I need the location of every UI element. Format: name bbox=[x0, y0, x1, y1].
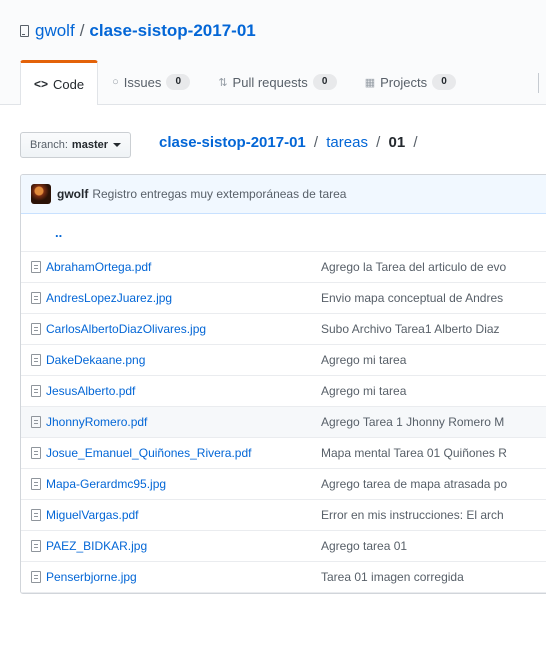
latest-commit-bar: gwolf Registro entregas muy extemporánea… bbox=[21, 175, 546, 214]
file-icon bbox=[31, 571, 41, 583]
avatar[interactable] bbox=[31, 184, 51, 204]
file-icon bbox=[31, 261, 41, 273]
tab-label: Projects bbox=[380, 74, 428, 90]
file-icon bbox=[31, 354, 41, 366]
file-commit-message[interactable]: Agrego tarea de mapa atrasada po bbox=[321, 477, 507, 491]
file-commit-message[interactable]: Subo Archivo Tarea1 Alberto Diaz bbox=[321, 322, 500, 336]
file-link[interactable]: JhonnyRomero.pdf bbox=[46, 415, 147, 429]
repo-name-link[interactable]: clase-sistop-2017-01 bbox=[89, 21, 255, 41]
pull-requests-counter: 0 bbox=[312, 74, 337, 90]
file-link[interactable]: DakeDekaane.png bbox=[46, 353, 145, 367]
tab-overflow-edge bbox=[538, 73, 546, 93]
breadcrumb: clase-sistop-2017-01 / tareas / 01 / bbox=[159, 134, 422, 151]
tab-label: Issues bbox=[123, 74, 162, 90]
repo-nav-tabs: <> Code ○ Issues 0 ⇅ Pull requests 0 ▦ P… bbox=[20, 60, 470, 105]
file-row: AbrahamOrtega.pdf Agrego la Tarea del ar… bbox=[21, 252, 546, 283]
file-link[interactable]: CarlosAlbertoDiazOlivares.jpg bbox=[46, 322, 206, 336]
tab-code[interactable]: <> Code bbox=[20, 60, 99, 105]
file-row: Josue_Emanuel_Quiñones_Rivera.pdf Mapa m… bbox=[21, 438, 546, 469]
file-commit-message[interactable]: Tarea 01 imagen corregida bbox=[321, 570, 464, 584]
breadcrumb-current: 01 bbox=[388, 134, 406, 151]
file-link[interactable]: Penserbjorne.jpg bbox=[46, 570, 137, 584]
tab-label: Code bbox=[53, 76, 85, 92]
file-link[interactable]: Mapa-Gerardmc95.jpg bbox=[46, 477, 166, 491]
project-icon: ▦ bbox=[364, 76, 376, 89]
branch-prefix: Branch: bbox=[30, 139, 68, 151]
file-link[interactable]: JesusAlberto.pdf bbox=[46, 384, 135, 398]
file-row: AndresLopezJuarez.jpg Envio mapa concept… bbox=[21, 283, 546, 314]
file-row: DakeDekaane.png Agrego mi tarea bbox=[21, 345, 546, 376]
file-row: Penserbjorne.jpg Tarea 01 imagen corregi… bbox=[21, 562, 546, 593]
parent-directory-row: .. bbox=[21, 214, 546, 252]
branch-name: master bbox=[71, 139, 108, 151]
repo-icon bbox=[20, 25, 29, 37]
file-link[interactable]: PAEZ_BIDKAR.jpg bbox=[46, 539, 147, 553]
breadcrumb-separator: / bbox=[313, 134, 319, 151]
file-icon bbox=[31, 478, 41, 490]
file-commit-message[interactable]: Error en mis instrucciones: El arch bbox=[321, 508, 504, 522]
file-icon bbox=[31, 292, 41, 304]
file-icon bbox=[31, 447, 41, 459]
file-icon bbox=[31, 416, 41, 428]
chevron-down-icon bbox=[113, 143, 121, 147]
tab-pull-requests[interactable]: ⇅ Pull requests 0 bbox=[204, 60, 350, 104]
commit-message[interactable]: Registro entregas muy extemporáneas de t… bbox=[92, 187, 346, 201]
repo-owner-link[interactable]: gwolf bbox=[35, 21, 75, 41]
file-row: Mapa-Gerardmc95.jpg Agrego tarea de mapa… bbox=[21, 469, 546, 500]
pull-request-icon: ⇅ bbox=[218, 76, 228, 89]
file-row: PAEZ_BIDKAR.jpg Agrego tarea 01 bbox=[21, 531, 546, 562]
file-row: CarlosAlbertoDiazOlivares.jpg Subo Archi… bbox=[21, 314, 546, 345]
file-row: MiguelVargas.pdf Error en mis instruccio… bbox=[21, 500, 546, 531]
file-commit-message[interactable]: Agrego la Tarea del articulo de evo bbox=[321, 260, 506, 274]
breadcrumb-separator: / bbox=[376, 134, 381, 151]
file-list: gwolf Registro entregas muy extemporánea… bbox=[20, 174, 546, 594]
branch-select-button[interactable]: Branch: master bbox=[20, 132, 131, 158]
commit-author-link[interactable]: gwolf bbox=[57, 187, 88, 201]
breadcrumb-repo-link[interactable]: clase-sistop-2017-01 bbox=[159, 134, 306, 151]
parent-directory-link[interactable]: .. bbox=[55, 225, 62, 240]
file-commit-message[interactable]: Agrego mi tarea bbox=[321, 384, 406, 398]
issue-icon: ○ bbox=[112, 76, 119, 88]
file-link[interactable]: Josue_Emanuel_Quiñones_Rivera.pdf bbox=[46, 446, 251, 460]
projects-counter: 0 bbox=[432, 74, 457, 90]
tab-issues[interactable]: ○ Issues 0 bbox=[98, 60, 204, 104]
file-commit-message[interactable]: Agrego tarea 01 bbox=[321, 539, 407, 553]
tab-projects[interactable]: ▦ Projects 0 bbox=[351, 60, 470, 104]
file-commit-message[interactable]: Agrego Tarea 1 Jhonny Romero M bbox=[321, 415, 504, 429]
issues-counter: 0 bbox=[166, 74, 191, 90]
breadcrumb-separator: / bbox=[413, 134, 418, 151]
file-link[interactable]: AndresLopezJuarez.jpg bbox=[46, 291, 172, 305]
file-commit-message[interactable]: Envio mapa conceptual de Andres bbox=[321, 291, 503, 305]
repo-title-separator: / bbox=[79, 21, 85, 40]
file-link[interactable]: AbrahamOrtega.pdf bbox=[46, 260, 151, 274]
breadcrumb-dir-link[interactable]: tareas bbox=[326, 134, 368, 151]
file-commit-message[interactable]: Agrego mi tarea bbox=[321, 353, 406, 367]
code-icon: <> bbox=[34, 77, 49, 91]
file-link[interactable]: MiguelVargas.pdf bbox=[46, 508, 139, 522]
tab-label: Pull requests bbox=[232, 74, 308, 90]
repo-title: gwolf / clase-sistop-2017-01 bbox=[20, 19, 256, 43]
file-icon bbox=[31, 509, 41, 521]
file-row: JesusAlberto.pdf Agrego mi tarea bbox=[21, 376, 546, 407]
file-row: JhonnyRomero.pdf Agrego Tarea 1 Jhonny R… bbox=[21, 407, 546, 438]
file-icon bbox=[31, 323, 41, 335]
file-icon bbox=[31, 540, 41, 552]
file-icon bbox=[31, 385, 41, 397]
file-commit-message[interactable]: Mapa mental Tarea 01 Quiñones R bbox=[321, 446, 507, 460]
